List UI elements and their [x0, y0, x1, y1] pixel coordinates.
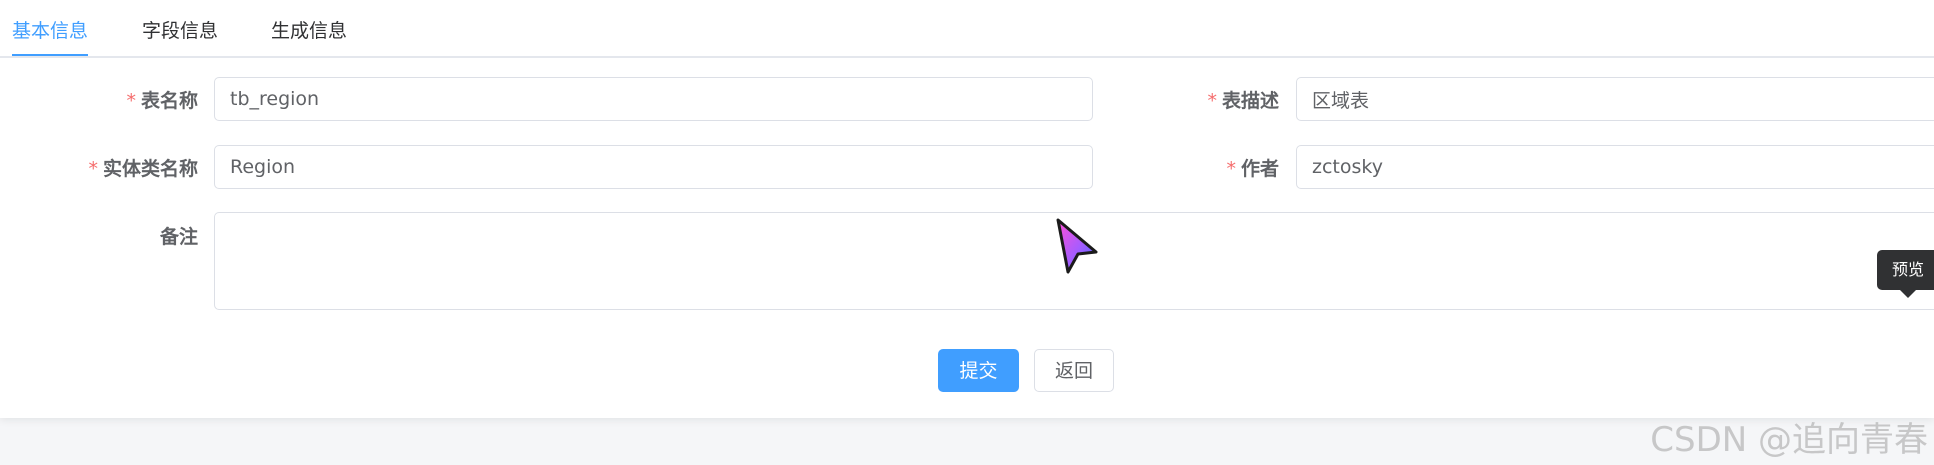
author-label-text: 作者	[1240, 158, 1279, 180]
remark-label: 备注	[160, 222, 198, 249]
remark-label-text: 备注	[159, 226, 198, 248]
table-desc-label-text: 表描述	[1221, 90, 1279, 112]
required-mark: *	[1226, 158, 1236, 180]
author-input[interactable]	[1296, 145, 1934, 189]
tab-generate-info[interactable]: 生成信息	[271, 18, 347, 44]
page: 基本信息 字段信息 生成信息 *表名称 *表描述 *实体类名称 *作者 备注 提…	[0, 0, 1934, 465]
entity-name-label-text: 实体类名称	[102, 158, 198, 180]
table-name-input[interactable]	[214, 77, 1093, 121]
author-label: * 作者	[1226, 154, 1279, 181]
submit-button[interactable]: 提交	[938, 349, 1019, 392]
table-name-label: * 表名称	[126, 86, 198, 113]
watermark: CSDN @追向青春	[1650, 420, 1928, 460]
required-mark: *	[88, 158, 98, 180]
back-button[interactable]: 返回	[1034, 349, 1114, 392]
pointer-cursor-icon	[1056, 218, 1098, 274]
entity-name-label: * 实体类名称	[88, 154, 198, 181]
tab-basic-info[interactable]: 基本信息	[12, 18, 88, 44]
tab-divider	[0, 56, 1934, 58]
required-mark: *	[126, 90, 136, 112]
required-mark: *	[1207, 90, 1217, 112]
table-desc-input[interactable]	[1296, 77, 1934, 121]
table-name-label-text: 表名称	[140, 90, 198, 112]
tab-bar: 基本信息 字段信息 生成信息	[0, 0, 1934, 58]
tooltip-arrow	[1900, 290, 1916, 298]
table-desc-label: * 表描述	[1207, 86, 1279, 113]
entity-name-input[interactable]	[214, 145, 1093, 189]
tab-field-info[interactable]: 字段信息	[142, 18, 218, 44]
form-card: 基本信息 字段信息 生成信息 *表名称 *表描述 *实体类名称 *作者 备注 提…	[0, 0, 1934, 418]
preview-tooltip: 预览	[1877, 250, 1934, 290]
